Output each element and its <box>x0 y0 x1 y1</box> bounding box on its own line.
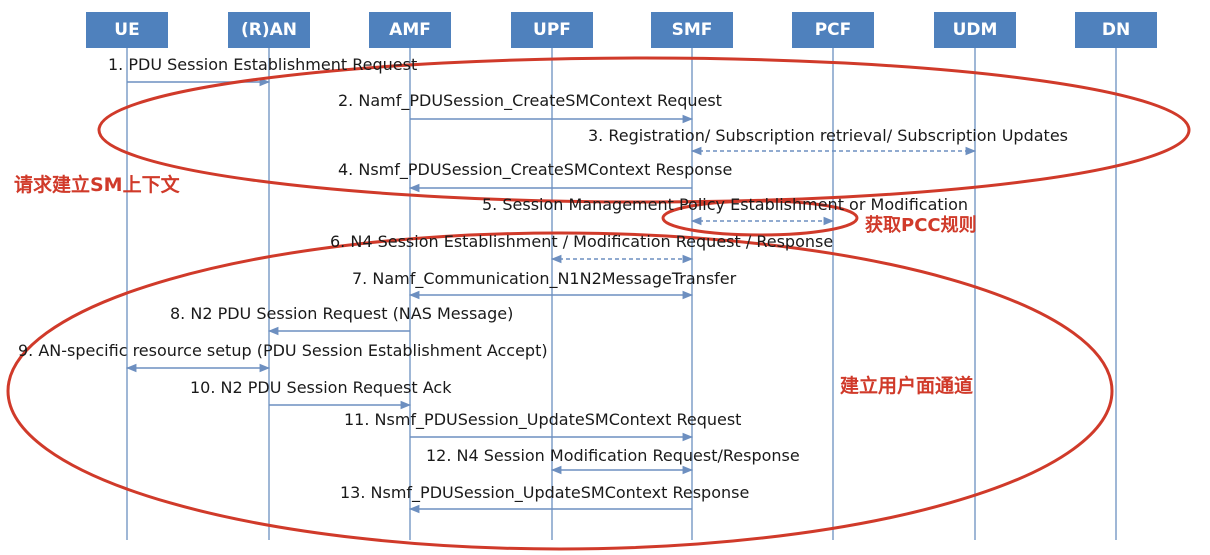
call-flow-diagram: UE (R)AN AMF UPF SMF PCF UDM DN 1. PDU S… <box>0 0 1210 555</box>
node-upf: UPF <box>511 12 593 48</box>
node-ue: UE <box>86 12 168 48</box>
node-amf: AMF <box>369 12 451 48</box>
node-smf: SMF <box>651 12 733 48</box>
message-6-label: 6. N4 Session Establishment / Modificati… <box>330 232 834 251</box>
message-4-label: 4. Nsmf_PDUSession_CreateSMContext Respo… <box>338 160 733 179</box>
message-7-label: 7. Namf_Communication_N1N2MessageTransfe… <box>352 269 737 288</box>
message-10-label: 10. N2 PDU Session Request Ack <box>190 378 452 397</box>
message-11-label: 11. Nsmf_PDUSession_UpdateSMContext Requ… <box>344 410 742 429</box>
node-udm: UDM <box>934 12 1016 48</box>
message-1-label: 1. PDU Session Establishment Request <box>108 55 418 74</box>
node-ran: (R)AN <box>228 12 310 48</box>
node-pcf: PCF <box>792 12 874 48</box>
annotation-user-plane: 建立用户面通道 <box>840 375 974 397</box>
annotation-sm-context: 请求建立SM上下文 <box>14 174 180 196</box>
message-3-label: 3. Registration/ Subscription retrieval/… <box>588 126 1068 145</box>
message-13-label: 13. Nsmf_PDUSession_UpdateSMContext Resp… <box>340 483 750 502</box>
message-8-label: 8. N2 PDU Session Request (NAS Message) <box>170 304 514 323</box>
message-12-label: 12. N4 Session Modification Request/Resp… <box>426 446 800 465</box>
node-dn: DN <box>1075 12 1157 48</box>
annotation-pcc-rules: 获取PCC规则 <box>865 215 977 236</box>
message-9-label: 9. AN-specific resource setup (PDU Sessi… <box>18 341 548 360</box>
message-2-label: 2. Namf_PDUSession_CreateSMContext Reque… <box>338 91 722 110</box>
